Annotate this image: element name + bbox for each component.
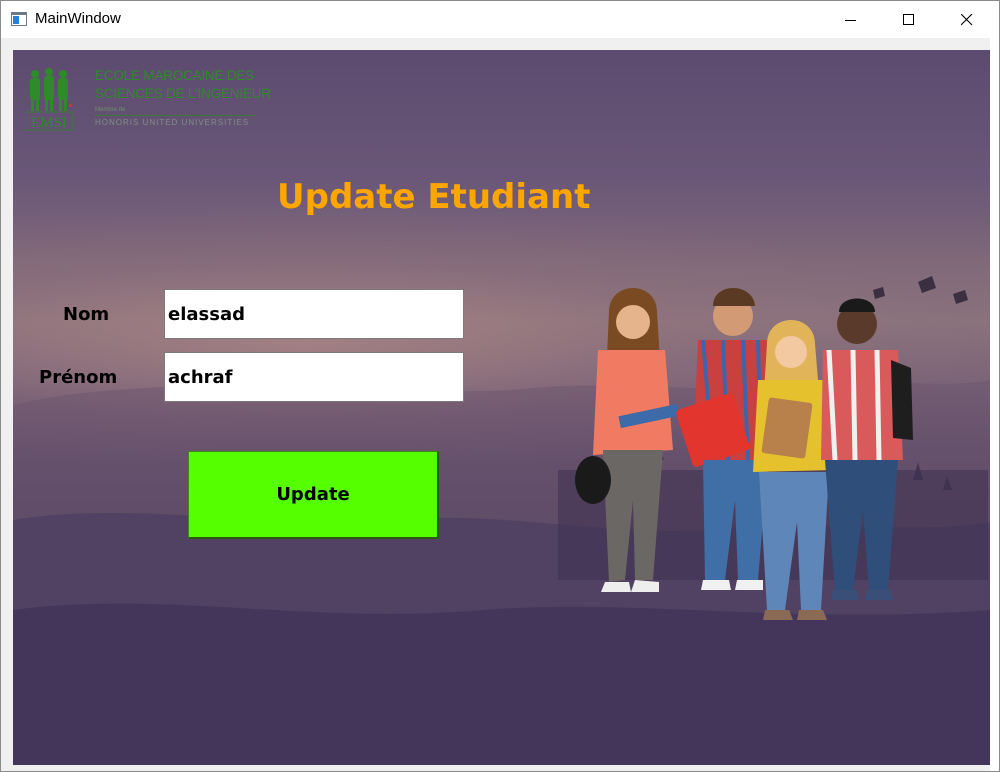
- logo-name-line1: ECOLE MAROCAINE DES: [95, 68, 254, 83]
- nom-input[interactable]: elassad: [164, 289, 464, 339]
- logo-network-label: HONORIS UNITED UNIVERSITIES: [95, 118, 250, 127]
- minimize-button[interactable]: [822, 1, 880, 38]
- window-right-edge: [990, 38, 999, 771]
- logo-name-line2: SCIENCES DE L'INGENIEUR: [95, 86, 271, 101]
- prenom-label: Prénom: [39, 367, 118, 388]
- prenom-input[interactable]: achraf: [164, 352, 464, 402]
- page-title: Update Etudiant: [277, 177, 591, 217]
- close-button[interactable]: [938, 1, 996, 38]
- emsi-logo-mark: EMSI: [25, 68, 74, 131]
- minimize-icon: [845, 19, 856, 21]
- maximize-button[interactable]: [880, 1, 938, 38]
- close-icon: [961, 13, 973, 25]
- maximize-icon: [903, 13, 914, 25]
- student-boy-right: [821, 298, 913, 600]
- app-window-icon: [11, 12, 27, 26]
- title-bar[interactable]: MainWindow: [1, 1, 999, 38]
- nom-label: Nom: [63, 304, 110, 325]
- form-background: EMSI ECOLE MAROCAINE DES SCIENCES DE L'I…: [13, 50, 990, 765]
- update-button[interactable]: Update: [188, 451, 439, 539]
- student-girl-left: [575, 288, 680, 592]
- logo-divider: [95, 115, 255, 116]
- emsi-logo: EMSI ECOLE MAROCAINE DES SCIENCES DE L'I…: [25, 66, 271, 134]
- main-window: MainWindow EMSI ECOLE MAROCAINE DES SCIE…: [0, 0, 1000, 772]
- window-title: MainWindow: [35, 10, 121, 27]
- svg-text:EMSI: EMSI: [31, 115, 67, 131]
- logo-member-label: Membre de: [95, 107, 126, 113]
- students-illustration: [575, 288, 913, 620]
